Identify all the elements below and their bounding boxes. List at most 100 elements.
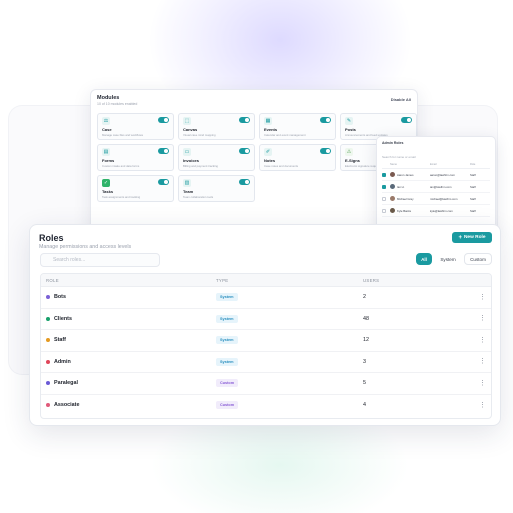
user-email: aaron@lawfirm.com	[430, 172, 455, 177]
col-role: ROLE	[46, 277, 59, 283]
filter-custom-button[interactable]: Custom	[464, 253, 492, 265]
module-card-tasks[interactable]: ✓ Tasks Task assignments and tracking	[97, 175, 174, 202]
role-name-cell: Admin	[41, 359, 216, 365]
more-options-icon[interactable]: ⋮	[463, 358, 491, 365]
role-name-cell: Bots	[41, 294, 216, 300]
modules-subtitle: 10 of 10 modules enabled	[97, 102, 138, 106]
module-description: Task assignments and tracking	[102, 195, 141, 199]
users-table-row[interactable]: Michael Gray michael@lawfirm.com Staff	[382, 193, 490, 205]
role-color-dot	[46, 338, 50, 343]
more-options-icon[interactable]: ⋮	[463, 294, 491, 301]
type-badge: System	[216, 357, 238, 366]
user-name-cell: Michael Gray	[390, 196, 430, 201]
more-options-icon[interactable]: ⋮	[463, 380, 491, 387]
module-card-events[interactable]: ▦ Events Calendar and event management	[259, 113, 336, 140]
page-title: Roles	[39, 233, 64, 243]
row-checkbox[interactable]	[382, 196, 386, 201]
type-badge: System	[216, 336, 238, 345]
events-icon: ▦	[264, 117, 272, 125]
role-name-cell: Clients	[41, 316, 216, 322]
module-description: Visual case mind mapping	[183, 133, 216, 137]
role-name-cell: Paralegal	[41, 380, 216, 386]
posts-icon: ✎	[345, 117, 353, 125]
module-toggle[interactable]	[158, 117, 169, 123]
notes-icon: ✐	[264, 148, 272, 156]
module-toggle[interactable]	[401, 117, 412, 123]
users-table-row[interactable]: Aaron James aaron@lawfirm.com Staff	[382, 169, 490, 181]
module-card-forms[interactable]: ▤ Forms Custom intake and data forms	[97, 144, 174, 171]
module-card-case[interactable]: ⚖ Case Manage case files and workflows	[97, 113, 174, 140]
row-checkbox[interactable]	[382, 184, 386, 189]
users-col-role: Role	[470, 163, 476, 166]
module-name: Canvas	[183, 127, 198, 132]
role-name-cell: Associate	[41, 402, 216, 408]
table-row[interactable]: Bots System 2 ⋮	[41, 287, 491, 309]
role-color-dot	[46, 403, 50, 408]
role-type-cell: Custom	[216, 379, 363, 388]
tasks-icon: ✓	[102, 179, 110, 187]
table-row[interactable]: Clients System 48 ⋮	[41, 309, 491, 330]
table-row[interactable]: Admin System 3 ⋮	[41, 352, 491, 373]
role-type-cell: System	[216, 314, 363, 323]
users-table-row[interactable]: Ian H. ian@lawfirm.com Staff	[382, 181, 490, 193]
more-options-icon[interactable]: ⋮	[463, 402, 491, 409]
role-color-dot	[46, 316, 50, 321]
module-description: Billing and payment tracking	[183, 164, 218, 168]
user-name-cell: Kyle Banks	[390, 208, 430, 213]
modules-panel: Modules 10 of 10 modules enabled Disable…	[90, 89, 418, 239]
module-name: Tasks	[102, 189, 114, 194]
search-input[interactable]: Search roles...	[40, 253, 160, 267]
roles-table: ROLE TYPE USERS Bots System 2 ⋮ Clients Syste…	[40, 273, 492, 419]
users-table-body: Aaron James aaron@lawfirm.com Staff Ian H. i…	[382, 169, 490, 217]
type-badge: Custom	[216, 401, 239, 410]
more-options-icon[interactable]: ⋮	[463, 315, 491, 322]
module-name: Team	[183, 189, 194, 194]
module-name: Invoices	[183, 158, 200, 163]
module-name: Forms	[102, 158, 115, 163]
modules-header: Modules 10 of 10 modules enabled Disable…	[97, 95, 411, 106]
module-toggle[interactable]	[239, 179, 250, 185]
new-role-button[interactable]: + New Role	[452, 232, 492, 243]
filter-all-button[interactable]: All	[416, 253, 432, 265]
user-email: kyle@lawfirm.com	[430, 208, 453, 213]
table-row[interactable]: Associate Custom 4 ⋮	[41, 395, 491, 417]
module-card-notes[interactable]: ✐ Notes Case notes and documents	[259, 144, 336, 171]
module-name: Case	[102, 127, 112, 132]
module-description: Manage case files and workflows	[102, 133, 144, 137]
canvas-icon: ⬚	[183, 117, 191, 125]
plus-icon: +	[458, 234, 462, 241]
filter-system-button[interactable]: System	[435, 253, 461, 265]
disable-all-button[interactable]: Disable All	[391, 97, 411, 102]
module-card-canvas[interactable]: ⬚ Canvas Visual case mind mapping	[178, 113, 255, 140]
module-card-team[interactable]: ▥ Team Team collaboration tools	[178, 175, 255, 202]
table-row[interactable]: Staff System 12 ⋮	[41, 330, 491, 352]
module-toggle[interactable]	[239, 148, 250, 154]
table-row[interactable]: Paralegal Custom 5 ⋮	[41, 373, 491, 395]
module-toggle[interactable]	[320, 148, 331, 154]
forms-icon: ▤	[102, 148, 110, 156]
module-toggle[interactable]	[239, 117, 250, 123]
invoices-icon: ▭	[183, 148, 191, 156]
users-col-select	[382, 163, 390, 166]
avatar	[390, 208, 395, 213]
role-user-count: 48	[363, 315, 369, 322]
row-checkbox[interactable]	[382, 208, 386, 213]
role-user-count: 5	[363, 380, 366, 387]
module-description: Team collaboration tools	[183, 195, 214, 199]
module-toggle[interactable]	[158, 179, 169, 185]
role-type-cell: System	[216, 357, 363, 366]
row-checkbox[interactable]	[382, 172, 386, 177]
module-description: Custom intake and data forms	[102, 164, 140, 168]
user-name: Aaron James	[397, 172, 414, 177]
users-panel-title: Admin Roles	[382, 141, 404, 145]
module-toggle[interactable]	[158, 148, 169, 154]
module-card-invoices[interactable]: ▭ Invoices Billing and payment tracking	[178, 144, 255, 171]
module-name: Notes	[264, 158, 276, 163]
user-name: Kyle Banks	[397, 208, 411, 213]
user-role: Staff	[470, 196, 476, 201]
users-table-row[interactable]: Kyle Banks kyle@lawfirm.com Staff	[382, 205, 490, 217]
modules-title: Modules	[97, 95, 120, 101]
more-options-icon[interactable]: ⋮	[463, 337, 491, 344]
users-search-input[interactable]: Search for name or email	[382, 155, 490, 159]
module-toggle[interactable]	[320, 117, 331, 123]
